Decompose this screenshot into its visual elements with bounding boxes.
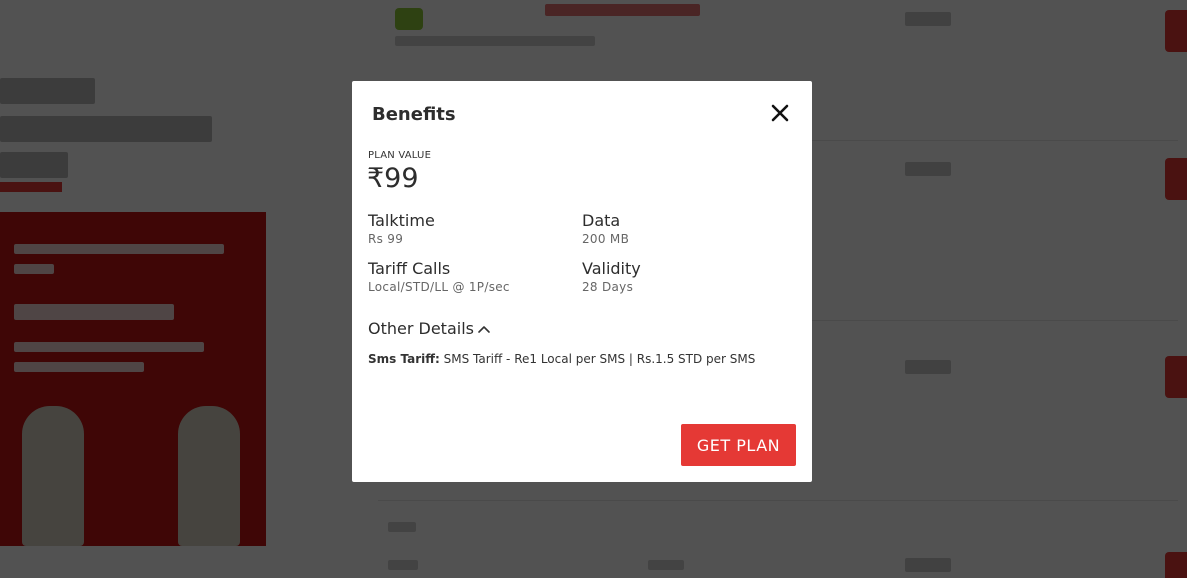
benefits-dialog: Benefits PLAN VALUE ₹99 Talktime Rs 99 D… — [352, 81, 812, 482]
benefit-tariff-calls-title: Tariff Calls — [368, 259, 451, 278]
get-plan-button[interactable]: GET PLAN — [681, 424, 796, 466]
benefit-talktime-value: Rs 99 — [368, 232, 404, 246]
dialog-title: Benefits — [372, 104, 456, 125]
benefit-data-value: 200 MB — [582, 232, 630, 246]
benefit-talktime-title: Talktime — [368, 211, 435, 230]
plan-value-label: PLAN VALUE — [368, 150, 432, 161]
sms-tariff-detail: Sms Tariff: SMS Tariff - Re1 Local per S… — [368, 352, 755, 366]
chevron-up-icon — [477, 322, 491, 336]
sms-tariff-key: Sms Tariff: — [368, 352, 440, 366]
close-button[interactable] — [768, 101, 792, 125]
close-icon — [768, 101, 792, 125]
other-details-toggle[interactable]: Other Details — [368, 319, 491, 338]
benefit-data-title: Data — [582, 211, 621, 230]
benefit-tariff-calls-value: Local/STD/LL @ 1P/sec — [368, 280, 510, 294]
other-details-label: Other Details — [368, 319, 474, 338]
benefit-validity-value: 28 Days — [582, 280, 634, 294]
plan-value: ₹99 — [367, 163, 419, 194]
sms-tariff-value: SMS Tariff - Re1 Local per SMS | Rs.1.5 … — [443, 352, 756, 366]
benefit-validity-title: Validity — [582, 259, 641, 278]
